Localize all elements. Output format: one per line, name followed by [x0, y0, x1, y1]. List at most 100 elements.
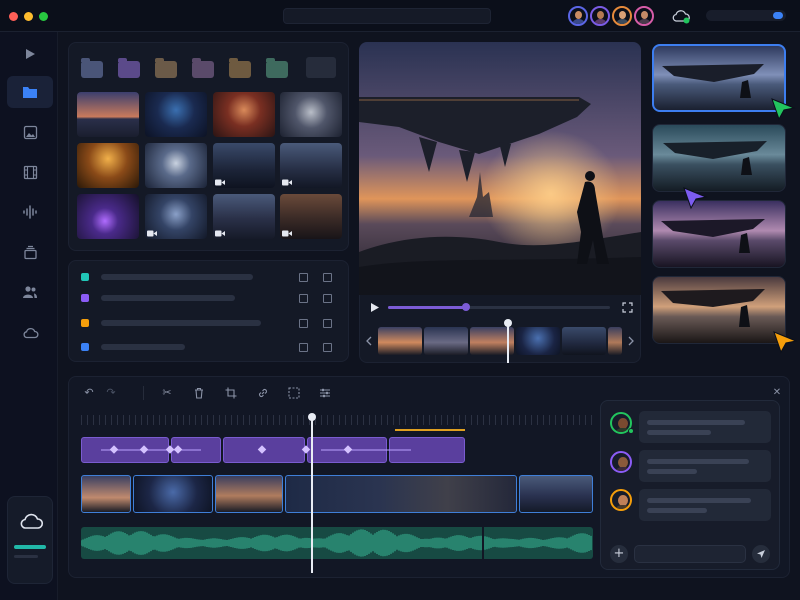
- fullscreen-icon[interactable]: [622, 302, 633, 313]
- play-icon[interactable]: [370, 302, 380, 313]
- sidebar-item-layers[interactable]: [7, 236, 53, 268]
- variation-card[interactable]: [652, 44, 786, 112]
- sync-toggle[interactable]: [706, 10, 786, 21]
- close-window-button[interactable]: [9, 12, 18, 21]
- list-item[interactable]: [69, 269, 350, 285]
- list-item[interactable]: [69, 315, 350, 331]
- video-clip[interactable]: [519, 475, 593, 513]
- crop-icon[interactable]: [225, 387, 237, 399]
- close-icon[interactable]: ✕: [771, 387, 783, 399]
- media-thumbnail[interactable]: [280, 92, 342, 137]
- filmstrip-frame[interactable]: [378, 327, 422, 355]
- file-icon[interactable]: [323, 294, 332, 303]
- send-button[interactable]: [752, 545, 770, 563]
- media-thumbnail[interactable]: [145, 92, 207, 137]
- add-attachment-button[interactable]: +: [610, 545, 628, 563]
- avatar[interactable]: [568, 6, 588, 26]
- copy-icon[interactable]: [299, 273, 308, 282]
- minimize-window-button[interactable]: [24, 12, 33, 21]
- avatar[interactable]: [610, 489, 632, 511]
- progress-handle[interactable]: [461, 303, 470, 311]
- timeline-playhead[interactable]: [308, 413, 317, 573]
- cloud-check-icon[interactable]: [671, 8, 691, 24]
- sidebar-item-play[interactable]: [7, 38, 53, 70]
- video-preview[interactable]: [359, 42, 641, 295]
- filmstrip-frame[interactable]: [608, 327, 622, 355]
- link-icon[interactable]: [257, 387, 269, 399]
- time-ruler[interactable]: [81, 415, 593, 425]
- comment-bubble[interactable]: [639, 489, 771, 521]
- copy-icon[interactable]: [299, 294, 308, 303]
- folder-icon[interactable]: [229, 58, 251, 78]
- comment-bubble[interactable]: [639, 450, 771, 482]
- filmstrip-playhead[interactable]: [503, 319, 512, 363]
- copy-icon[interactable]: [299, 343, 308, 352]
- chevron-left-icon[interactable]: [366, 336, 372, 346]
- plus-icon: +: [613, 546, 625, 561]
- avatar[interactable]: [612, 6, 632, 26]
- file-icon[interactable]: [323, 343, 332, 352]
- trash-icon[interactable]: [193, 387, 205, 399]
- storage-widget[interactable]: [7, 496, 53, 584]
- avatar[interactable]: [634, 6, 654, 26]
- sidebar-item-cloud[interactable]: [7, 316, 53, 348]
- filmstrip-frame[interactable]: [562, 327, 606, 355]
- film-icon: [23, 165, 37, 179]
- media-thumbnail[interactable]: [213, 92, 275, 137]
- video-clip[interactable]: [215, 475, 283, 513]
- variation-card[interactable]: [652, 124, 786, 192]
- variation-preview: [663, 141, 767, 175]
- folder-icon[interactable]: [192, 58, 214, 78]
- cursor-icon: [771, 98, 796, 121]
- image-icon: [23, 125, 37, 139]
- video-clip[interactable]: [285, 475, 517, 513]
- undo-icon[interactable]: ↶: [83, 387, 95, 399]
- folder-icon[interactable]: [266, 58, 288, 78]
- marker-range[interactable]: [395, 429, 465, 431]
- keyframe-line: [101, 445, 411, 454]
- storage-usage-label: [14, 555, 38, 558]
- folder-icon[interactable]: [81, 58, 103, 78]
- player-controls: [359, 295, 641, 320]
- folder-icon[interactable]: [118, 58, 140, 78]
- media-thumbnail[interactable]: [77, 143, 139, 188]
- video-clip[interactable]: [81, 475, 131, 513]
- timeline-panel: ↶ ↷ ✂ ✕ +: [68, 376, 790, 578]
- sidebar-item-users[interactable]: [7, 276, 53, 308]
- variation-card[interactable]: [652, 276, 786, 344]
- comment-input[interactable]: [634, 545, 746, 563]
- file-icon[interactable]: [323, 273, 332, 282]
- search-bar[interactable]: [283, 8, 491, 24]
- progress-track[interactable]: [388, 303, 610, 311]
- scissors-icon[interactable]: ✂: [161, 387, 173, 399]
- media-thumbnail[interactable]: [145, 143, 207, 188]
- media-thumbnail[interactable]: [77, 194, 139, 239]
- video-camera-icon: [282, 179, 292, 186]
- folder-icon[interactable]: [155, 58, 177, 78]
- sidebar-item-images[interactable]: [7, 116, 53, 148]
- copy-icon[interactable]: [299, 319, 308, 328]
- audio-clip[interactable]: [81, 527, 593, 559]
- file-icon[interactable]: [323, 319, 332, 328]
- maximize-window-button[interactable]: [39, 12, 48, 21]
- variation-card[interactable]: [652, 200, 786, 268]
- redo-icon[interactable]: ↷: [105, 387, 117, 399]
- video-clip[interactable]: [133, 475, 213, 513]
- list-item[interactable]: [69, 339, 350, 355]
- filmstrip-frame[interactable]: [516, 327, 560, 355]
- media-thumbnail[interactable]: [77, 92, 139, 137]
- new-folder-button[interactable]: [306, 57, 336, 78]
- chevron-right-icon[interactable]: [628, 336, 634, 346]
- list-item[interactable]: [69, 290, 350, 306]
- avatar[interactable]: [610, 451, 632, 473]
- sidebar-item-audio[interactable]: [7, 196, 53, 228]
- comment-bubble[interactable]: [639, 411, 771, 443]
- sliders-icon[interactable]: [319, 387, 331, 399]
- asset-list: [68, 260, 349, 362]
- sidebar-item-video[interactable]: [7, 156, 53, 188]
- variation-preview: [661, 219, 765, 253]
- avatar[interactable]: [590, 6, 610, 26]
- filmstrip-frame[interactable]: [424, 327, 468, 355]
- sidebar-item-folder[interactable]: [7, 76, 53, 108]
- frame-icon[interactable]: [288, 387, 300, 399]
